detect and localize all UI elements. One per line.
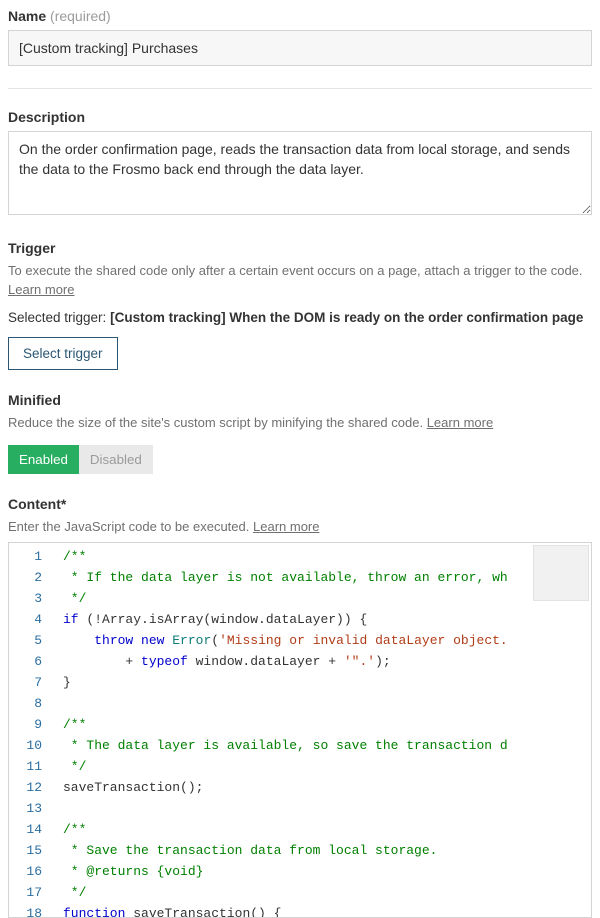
code-editor[interactable]: 123456789101112131415161718192021 /** * … (8, 542, 592, 918)
description-section: Description On the order confirmation pa… (8, 109, 592, 218)
name-label: Name (required) (8, 8, 592, 24)
description-label: Description (8, 109, 592, 125)
trigger-learn-more-link[interactable]: Learn more (8, 282, 74, 297)
trigger-help: To execute the shared code only after a … (8, 262, 592, 300)
selected-trigger-prefix: Selected trigger: (8, 310, 106, 325)
minified-toggle: Enabled Disabled (8, 445, 153, 474)
select-trigger-button[interactable]: Select trigger (8, 337, 118, 370)
minified-enabled-button[interactable]: Enabled (8, 445, 79, 474)
minified-disabled-button[interactable]: Disabled (79, 445, 153, 474)
name-label-text: Name (8, 8, 46, 24)
content-section: Content* Enter the JavaScript code to be… (8, 496, 592, 918)
name-required-hint: (required) (50, 8, 111, 24)
selected-trigger-row: Selected trigger: [Custom tracking] When… (8, 310, 592, 325)
divider (8, 88, 592, 89)
trigger-section: Trigger To execute the shared code only … (8, 240, 592, 370)
code-content[interactable]: /** * If the data layer is not available… (55, 543, 591, 917)
content-label: Content* (8, 496, 592, 512)
name-input[interactable] (8, 30, 592, 66)
minified-help-text: Reduce the size of the site's custom scr… (8, 415, 423, 430)
minified-label: Minified (8, 392, 592, 408)
name-section: Name (required) (8, 8, 592, 66)
code-gutter: 123456789101112131415161718192021 (9, 543, 55, 917)
minified-learn-more-link[interactable]: Learn more (427, 415, 493, 430)
description-input[interactable]: On the order confirmation page, reads th… (8, 131, 592, 215)
minified-help: Reduce the size of the site's custom scr… (8, 414, 592, 433)
content-help-text: Enter the JavaScript code to be executed… (8, 519, 249, 534)
content-help: Enter the JavaScript code to be executed… (8, 518, 592, 537)
trigger-help-text: To execute the shared code only after a … (8, 263, 583, 278)
trigger-label: Trigger (8, 240, 592, 256)
minified-section: Minified Reduce the size of the site's c… (8, 392, 592, 474)
selected-trigger-value: [Custom tracking] When the DOM is ready … (110, 310, 583, 325)
content-learn-more-link[interactable]: Learn more (253, 519, 319, 534)
